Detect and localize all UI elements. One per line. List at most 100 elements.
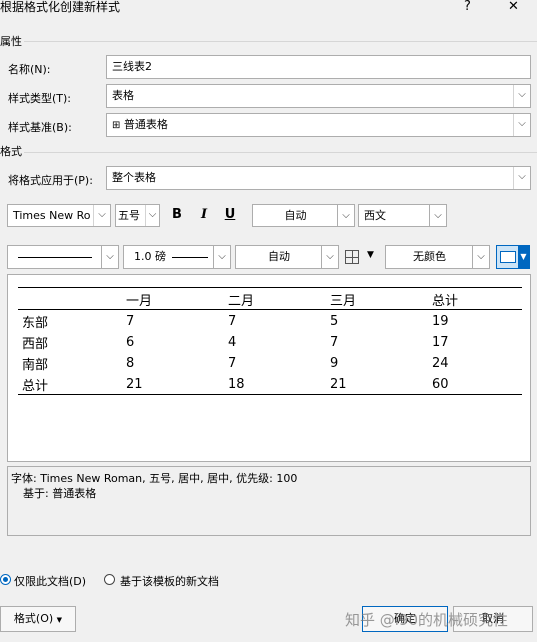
- font-name-value: Times New Ro: [13, 209, 91, 222]
- apply-to-label: 将格式应用于(P):: [8, 174, 93, 187]
- line-width-select[interactable]: 1.0 磅 ⌵: [123, 245, 231, 269]
- chevron-down-icon: ⌵: [93, 205, 110, 226]
- preview-row: 西部 6 4 7 17: [18, 331, 522, 352]
- preview-table: 一月 二月 三月 总计 东部 7 7 5 19 西部 6 4 7 17 南部 8…: [18, 287, 522, 395]
- chevron-down-icon: ⌵: [213, 245, 231, 269]
- line-style-select[interactable]: ⌵: [7, 245, 119, 269]
- borders-button[interactable]: [345, 250, 359, 264]
- preview-cell: 17: [432, 335, 449, 350]
- bold-button[interactable]: B: [168, 205, 186, 225]
- preview-cell: 7: [228, 356, 237, 371]
- chevron-down-icon: ⌵: [337, 204, 355, 227]
- watermark: 知乎 @i90的机械硕究性: [345, 611, 509, 629]
- style-based-select[interactable]: ⊞ 普通表格 ⌵: [106, 113, 531, 137]
- dialog-title: 根据格式化创建新样式: [0, 0, 121, 14]
- preview-header-row: 一月 二月 三月 总计: [18, 287, 522, 310]
- close-button[interactable]: ✕: [508, 0, 519, 14]
- font-name-select[interactable]: Times New Ro ⌵: [7, 204, 111, 227]
- preview-cell: 7: [126, 314, 135, 329]
- border-color-select[interactable]: 自动 ⌵: [235, 245, 339, 269]
- preview-cell: 19: [432, 314, 449, 329]
- format-divider: [24, 152, 537, 153]
- style-type-label: 样式类型(T):: [8, 92, 72, 105]
- dropdown-arrow-icon: ▼: [56, 616, 63, 624]
- chevron-down-icon: ⌵: [321, 245, 339, 269]
- preview-cell: [18, 288, 122, 310]
- apply-to-value: 整个表格: [112, 171, 156, 184]
- preview-cell: 总计: [432, 294, 459, 309]
- table-preview: 一月 二月 三月 总计 东部 7 7 5 19 西部 6 4 7 17 南部 8…: [7, 274, 531, 462]
- radio-dot-icon: [3, 577, 8, 582]
- format-menu-label: 格式(O): [13, 612, 54, 625]
- preview-cell: 21: [126, 377, 143, 392]
- border-color-value: 自动: [268, 250, 290, 263]
- preview-row: 南部 8 7 9 24: [18, 352, 522, 373]
- font-color-select[interactable]: 自动 ⌵: [252, 204, 355, 227]
- shading-dropdown-icon: ▼: [518, 246, 529, 268]
- style-based-label: 样式基准(B):: [8, 121, 72, 134]
- preview-cell: 二月: [228, 294, 255, 309]
- preview-cell: 9: [330, 356, 339, 371]
- borders-dropdown-icon[interactable]: ▼: [367, 250, 374, 260]
- template-radio[interactable]: [104, 574, 115, 585]
- italic-button[interactable]: I: [195, 205, 213, 225]
- preview-cell: 60: [432, 377, 449, 392]
- line-width-sample: [172, 257, 208, 258]
- chevron-down-icon: ⌵: [513, 167, 530, 189]
- format-section-title: 格式: [0, 145, 22, 158]
- table-icon: ⊞: [112, 120, 121, 131]
- preview-cell: 24: [432, 356, 449, 371]
- chevron-down-icon: ⌵: [429, 204, 447, 227]
- preview-cell: 6: [126, 335, 135, 350]
- shading-value: 无颜色: [413, 250, 446, 263]
- only-doc-radio[interactable]: [0, 574, 11, 585]
- underline-button[interactable]: U: [221, 205, 239, 225]
- shading-icon: [500, 251, 516, 263]
- name-label: 名称(N):: [8, 63, 51, 76]
- preview-cell: 南部: [22, 358, 49, 373]
- preview-cell: 4: [228, 335, 237, 350]
- style-type-select[interactable]: 表格 ⌵: [106, 84, 531, 108]
- preview-cell: 18: [228, 377, 245, 392]
- preview-cell: 三月: [330, 294, 357, 309]
- preview-cell: 东部: [22, 316, 49, 331]
- chevron-down-icon: ⌵: [513, 85, 530, 107]
- preview-cell: 5: [330, 314, 339, 329]
- preview-cell: 21: [330, 377, 347, 392]
- shading-select[interactable]: 无颜色 ⌵: [385, 245, 490, 269]
- line-style-sample: [18, 257, 92, 258]
- grid-icon-hline: [346, 257, 358, 258]
- preview-cell: 7: [330, 335, 339, 350]
- preview-cell: 西部: [22, 337, 49, 352]
- preview-cell: 一月: [126, 294, 153, 309]
- name-input[interactable]: 三线表2: [106, 55, 531, 79]
- preview-row: 总计 21 18 21 60: [18, 373, 522, 395]
- chevron-down-icon: ⌵: [145, 205, 159, 226]
- font-color-value: 自动: [284, 209, 307, 222]
- preview-row: 东部 7 7 5 19: [18, 310, 522, 331]
- properties-section-title: 属性: [0, 35, 22, 48]
- description-line: 字体: Times New Roman, 五号, 居中, 居中, 优先级: 10…: [11, 472, 298, 485]
- template-label[interactable]: 基于该模板的新文档: [120, 573, 219, 589]
- style-type-value: 表格: [112, 89, 134, 102]
- style-description: 字体: Times New Roman, 五号, 居中, 居中, 优先级: 10…: [7, 466, 531, 536]
- preview-cell: 7: [228, 314, 237, 329]
- style-based-value: 普通表格: [123, 118, 168, 131]
- preview-cell: 8: [126, 356, 135, 371]
- font-size-value: 五号: [118, 209, 140, 222]
- only-doc-label[interactable]: 仅限此文档(D): [14, 573, 86, 589]
- chevron-down-icon: ⌵: [101, 245, 119, 269]
- font-size-select[interactable]: 五号 ⌵: [115, 204, 160, 227]
- line-width-value: 1.0 磅: [134, 250, 166, 263]
- format-menu-button[interactable]: 格式(O) ▼: [0, 606, 76, 632]
- properties-divider: [24, 41, 537, 42]
- script-select[interactable]: 西文 ⌵: [358, 204, 447, 227]
- preview-cell: 总计: [22, 379, 49, 394]
- chevron-down-icon: ⌵: [513, 114, 530, 136]
- shading-color-button[interactable]: ▼: [496, 245, 530, 269]
- help-button[interactable]: ?: [464, 0, 471, 14]
- script-value: 西文: [364, 209, 386, 222]
- apply-to-select[interactable]: 整个表格 ⌵: [106, 166, 531, 190]
- description-line: 基于: 普通表格: [23, 487, 97, 500]
- chevron-down-icon: ⌵: [472, 245, 490, 269]
